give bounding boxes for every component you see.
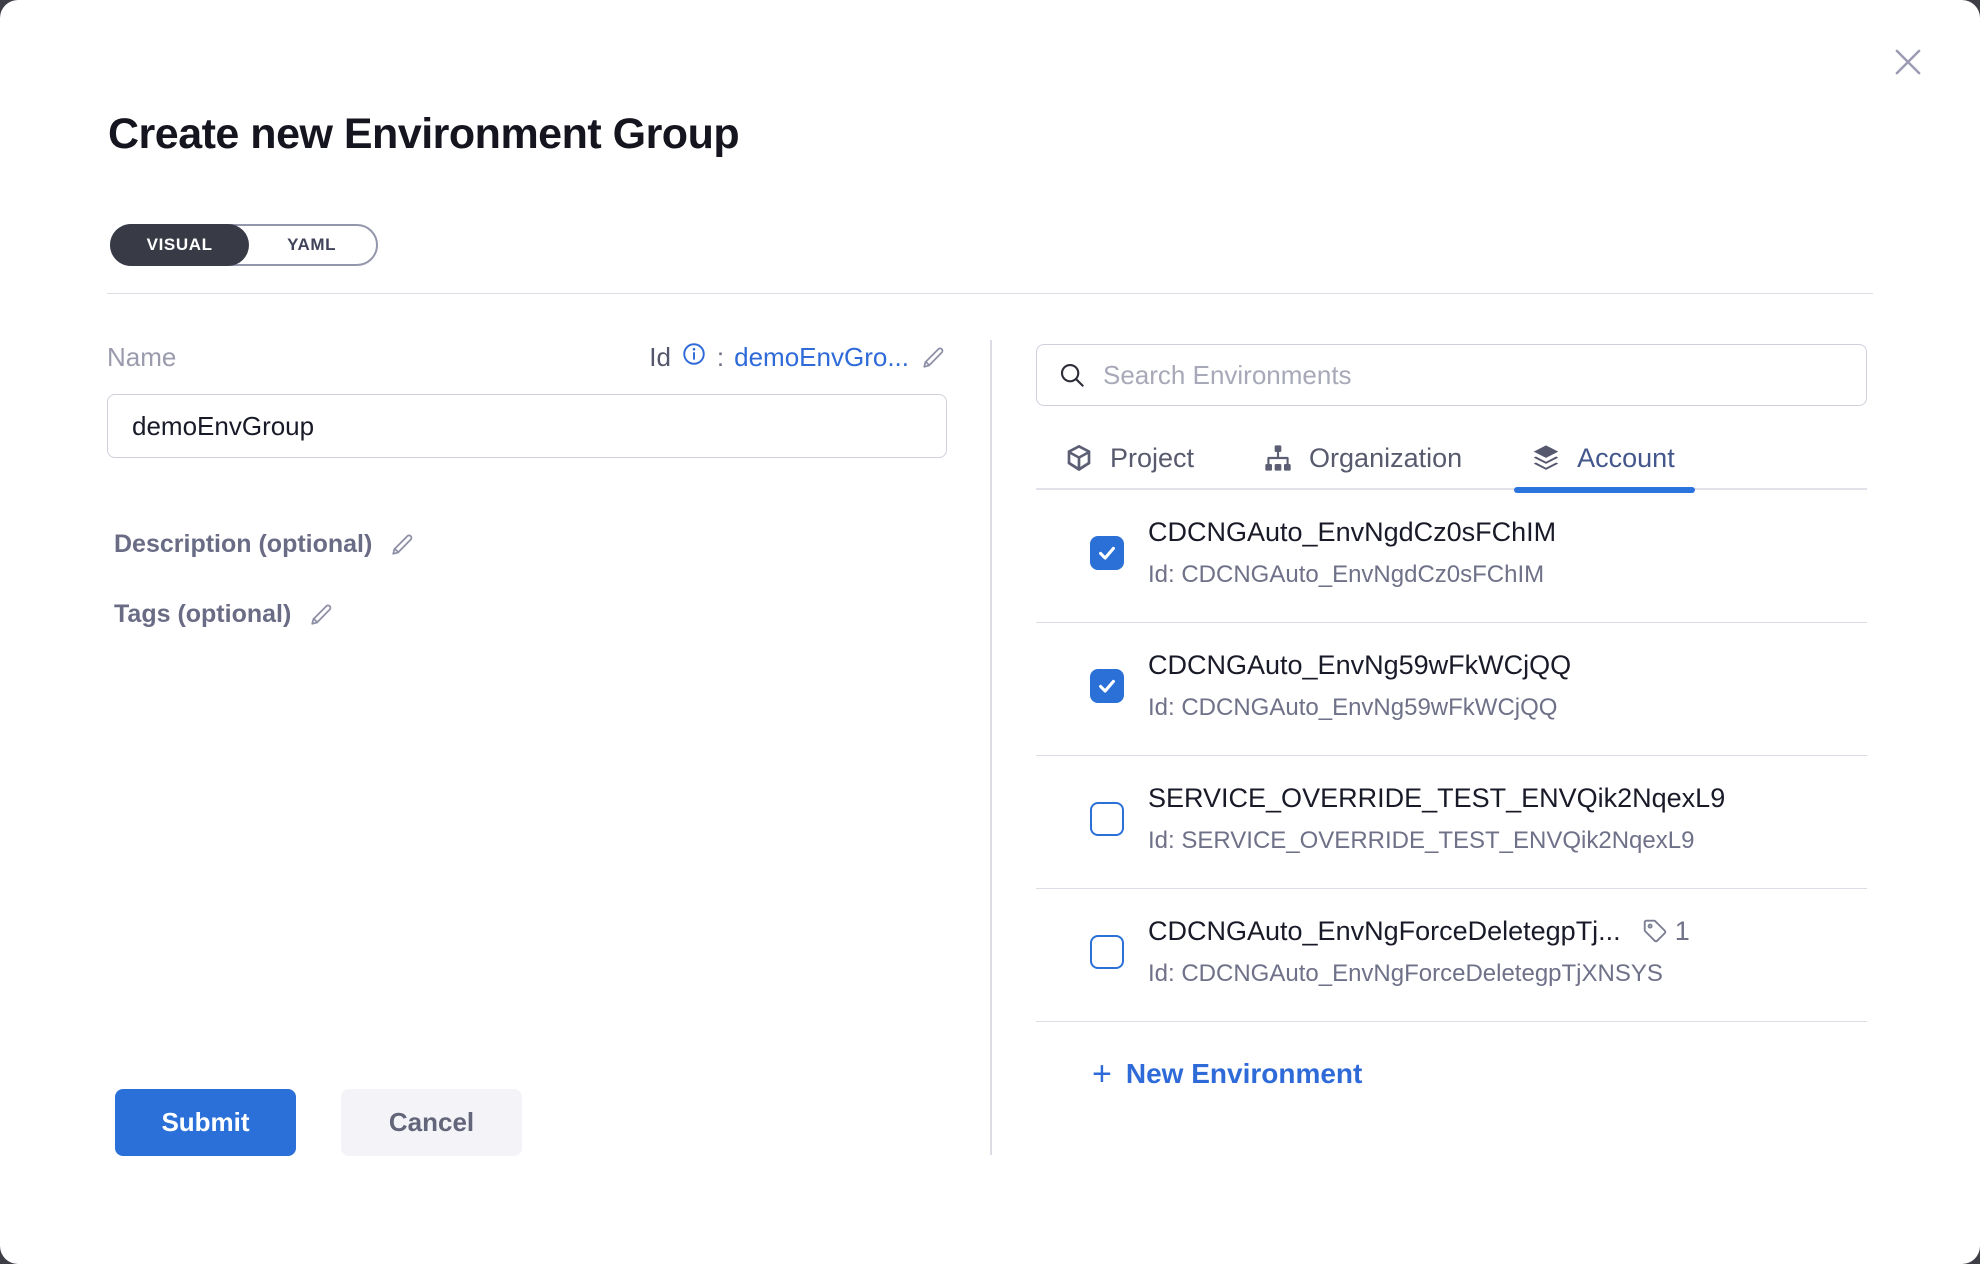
tag-badge: 1 <box>1641 916 1690 947</box>
search-icon <box>1057 360 1087 390</box>
environment-name-line: SERVICE_OVERRIDE_TEST_ENVQik2NqexL9 <box>1148 782 1725 814</box>
environment-name-line: CDCNGAuto_EnvNgdCz0sFChIM <box>1148 516 1556 548</box>
toggle-yaml[interactable]: YAML <box>247 226 376 264</box>
close-icon <box>1889 43 1927 81</box>
header-divider <box>107 293 1873 294</box>
layers-icon <box>1530 442 1562 474</box>
tab-project[interactable]: Project <box>1063 442 1194 474</box>
tab-organization[interactable]: Organization <box>1262 442 1462 474</box>
footer-actions: Submit Cancel <box>115 1089 522 1156</box>
environment-name-line: CDCNGAuto_EnvNgForceDeletegpTj... 1 <box>1148 915 1690 947</box>
edit-id-pencil-icon[interactable] <box>919 344 947 372</box>
search-environments-input[interactable] <box>1103 360 1846 391</box>
search-box <box>1036 344 1867 406</box>
edit-tags-pencil-icon[interactable] <box>307 601 335 629</box>
name-input[interactable] <box>107 394 947 458</box>
plus-icon: + <box>1092 1060 1112 1088</box>
environment-texts: CDCNGAuto_EnvNgForceDeletegpTj... 1 Id: … <box>1148 915 1690 989</box>
tab-project-label: Project <box>1110 443 1194 474</box>
environment-row: CDCNGAuto_EnvNgForceDeletegpTj... 1 Id: … <box>1036 889 1867 1022</box>
tag-icon <box>1641 917 1669 945</box>
edit-description-pencil-icon[interactable] <box>388 531 416 559</box>
cube-icon <box>1063 442 1095 474</box>
new-environment-label: New Environment <box>1126 1058 1362 1090</box>
scope-tabs: Project Organization Account <box>1036 442 1867 490</box>
name-label: Name <box>107 342 176 373</box>
description-label: Description (optional) <box>114 530 372 559</box>
page-title: Create new Environment Group <box>108 110 739 159</box>
environment-checkbox[interactable] <box>1090 669 1124 703</box>
environment-name: CDCNGAuto_EnvNgdCz0sFChIM <box>1148 516 1556 548</box>
environment-row: SERVICE_OVERRIDE_TEST_ENVQik2NqexL9 Id: … <box>1036 756 1867 889</box>
info-icon[interactable] <box>681 341 707 367</box>
id-value-link[interactable]: demoEnvGro... <box>734 342 909 373</box>
environment-checkbox[interactable] <box>1090 935 1124 969</box>
tags-row: Tags (optional) <box>114 600 335 629</box>
toggle-visual[interactable]: VISUAL <box>110 224 249 266</box>
environment-id: Id: SERVICE_OVERRIDE_TEST_ENVQik2NqexL9 <box>1148 826 1725 856</box>
environment-texts: SERVICE_OVERRIDE_TEST_ENVQik2NqexL9 Id: … <box>1148 782 1725 856</box>
environment-id: Id: CDCNGAuto_EnvNgForceDeletegpTjXNSYS <box>1148 959 1690 989</box>
environment-texts: CDCNGAuto_EnvNgdCz0sFChIM Id: CDCNGAuto_… <box>1148 516 1556 590</box>
environment-list: CDCNGAuto_EnvNgdCz0sFChIM Id: CDCNGAuto_… <box>1036 490 1867 1030</box>
environment-id: Id: CDCNGAuto_EnvNg59wFkWCjQQ <box>1148 693 1571 723</box>
close-button[interactable] <box>1886 40 1930 84</box>
id-label: Id <box>649 342 671 373</box>
description-row: Description (optional) <box>114 530 416 559</box>
environment-name: SERVICE_OVERRIDE_TEST_ENVQik2NqexL9 <box>1148 782 1725 814</box>
environments-panel: Project Organization Account <box>1036 344 1867 1090</box>
environment-id: Id: CDCNGAuto_EnvNgdCz0sFChIM <box>1148 560 1556 590</box>
submit-button[interactable]: Submit <box>115 1089 296 1156</box>
tab-organization-label: Organization <box>1309 443 1462 474</box>
visual-yaml-toggle: VISUAL YAML <box>110 224 378 266</box>
org-chart-icon <box>1262 442 1294 474</box>
tab-account[interactable]: Account <box>1530 442 1675 474</box>
id-group: Id : demoEnvGro... <box>649 342 947 373</box>
new-environment-button[interactable]: + New Environment <box>1092 1058 1362 1090</box>
tags-label: Tags (optional) <box>114 600 291 629</box>
create-environment-group-modal: Create new Environment Group VISUAL YAML… <box>0 0 1980 1264</box>
environment-checkbox[interactable] <box>1090 802 1124 836</box>
check-icon <box>1096 675 1118 697</box>
id-colon: : <box>717 342 724 373</box>
environment-row: CDCNGAuto_EnvNg59wFkWCjQQ Id: CDCNGAuto_… <box>1036 623 1867 756</box>
tab-account-label: Account <box>1577 443 1675 474</box>
environment-checkbox[interactable] <box>1090 536 1124 570</box>
environment-name: CDCNGAuto_EnvNgForceDeletegpTj... <box>1148 915 1621 947</box>
cancel-button[interactable]: Cancel <box>341 1089 522 1156</box>
environment-name-line: CDCNGAuto_EnvNg59wFkWCjQQ <box>1148 649 1571 681</box>
panel-divider <box>990 340 992 1155</box>
check-icon <box>1096 542 1118 564</box>
environment-texts: CDCNGAuto_EnvNg59wFkWCjQQ Id: CDCNGAuto_… <box>1148 649 1571 723</box>
environment-row: CDCNGAuto_EnvNgdCz0sFChIM Id: CDCNGAuto_… <box>1036 490 1867 623</box>
name-id-row: Name Id : demoEnvGro... <box>107 342 947 373</box>
environment-name: CDCNGAuto_EnvNg59wFkWCjQQ <box>1148 649 1571 681</box>
tag-count: 1 <box>1675 916 1690 947</box>
